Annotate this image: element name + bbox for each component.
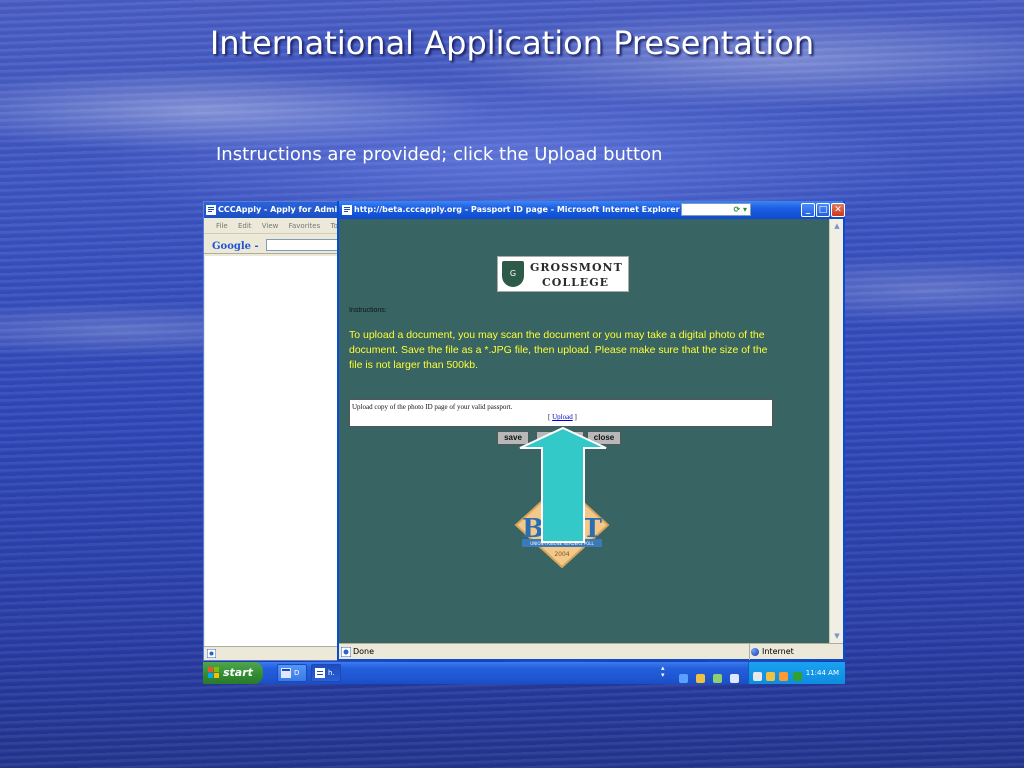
taskbar-item-h-label: h. (328, 669, 335, 677)
quick-launch-window-icon[interactable] (730, 674, 740, 683)
background-window-titlebar[interactable]: CCCApply - Apply for Admission (204, 202, 342, 218)
upload-link-wrapper: [ Upload ] (548, 413, 577, 421)
vertical-scrollbar[interactable]: ▲ ▼ (829, 219, 843, 643)
taskbar-item-h[interactable]: h. (311, 664, 341, 682)
menu-view[interactable]: View (262, 222, 279, 230)
background-menubar: File Edit View Favorites Tools (204, 218, 342, 234)
ie-window-title: http://beta.cccapply.org - Passport ID p… (354, 205, 680, 214)
google-toolbar-logo[interactable]: Google - (212, 241, 259, 252)
taskbar-scroll-arrows-icon[interactable]: ▴ ▾ (661, 665, 665, 679)
upload-bracket-open: [ (548, 413, 551, 421)
logo-text-grossmont: GROSSMONT (530, 261, 623, 274)
scroll-up-icon[interactable]: ▲ (832, 221, 842, 231)
status-zone-text: Internet (749, 644, 794, 660)
windows-flag-icon (208, 667, 219, 678)
scroll-down-icon[interactable]: ▼ (832, 631, 842, 641)
taskbar-item-d-label: D (294, 669, 300, 677)
college-shield-icon: G (502, 261, 524, 287)
start-button[interactable]: start (203, 662, 263, 684)
upload-bracket-close: ] (574, 413, 577, 421)
close-window-button[interactable]: ✕ (831, 203, 845, 217)
quick-launch-app-icon[interactable] (713, 674, 723, 683)
menu-file[interactable]: File (216, 222, 228, 230)
logo-text-college: COLLEGE (542, 276, 609, 289)
tray-volume-icon[interactable] (753, 672, 762, 681)
app-window-icon (281, 668, 291, 678)
system-tray: 11:44 AM (748, 662, 845, 684)
page-icon (207, 649, 216, 658)
minimize-button[interactable]: _ (801, 203, 815, 217)
status-done-text: Done (353, 647, 375, 656)
ie-page-icon (206, 205, 216, 215)
quick-launch-folder-icon[interactable] (696, 674, 706, 683)
tray-icons (753, 668, 804, 690)
page-done-icon (341, 647, 351, 657)
tray-network-icon[interactable] (792, 672, 802, 681)
upload-link[interactable]: Upload (552, 413, 573, 421)
slide-title: International Application Presentation (209, 24, 815, 62)
instructions-label: Instructions: (349, 307, 387, 314)
instructions-text: To upload a document, you may scan the d… (349, 329, 768, 371)
quick-launch-ie-icon[interactable] (679, 674, 688, 683)
tray-mail-icon[interactable] (766, 672, 776, 681)
ie-page-icon (315, 668, 325, 678)
taskbar-item-d[interactable]: D (277, 664, 307, 682)
background-page-content (205, 256, 341, 646)
windows-taskbar: start D h. ▴ ▾ 11:44 AM (203, 662, 845, 684)
google-toolbar: Google - (204, 234, 342, 254)
ie-page-icon (342, 205, 352, 215)
grossmont-college-logo: G GROSSMONT COLLEGE (497, 256, 629, 292)
toolbar-search-dropdown[interactable]: ⟳ ▾ (681, 203, 751, 216)
google-search-input[interactable] (265, 238, 342, 251)
ie-titlebar[interactable]: http://beta.cccapply.org - Passport ID p… (339, 201, 845, 219)
pointer-arrow-up-icon (519, 426, 607, 543)
start-label: start (223, 666, 253, 679)
quick-launch-icons (679, 668, 742, 687)
slide-subtitle: Instructions are provided; click the Upl… (216, 144, 663, 165)
menu-favorites[interactable]: Favorites (289, 222, 321, 230)
maximize-button[interactable]: □ (816, 203, 830, 217)
background-status-bar (204, 646, 342, 660)
search-go-icon: ⟳ ▾ (733, 205, 747, 214)
background-browser-window[interactable]: CCCApply - Apply for Admission File Edit… (203, 201, 343, 661)
upload-description: Upload copy of the photo ID page of your… (352, 403, 513, 411)
ie-status-bar: Done Internet (339, 643, 843, 660)
tray-security-icon[interactable] (779, 672, 789, 681)
upload-panel: Upload copy of the photo ID page of your… (349, 399, 773, 427)
badge-year: 2004 (554, 551, 569, 558)
tray-clock[interactable]: 11:44 AM (806, 669, 839, 677)
menu-edit[interactable]: Edit (238, 222, 252, 230)
background-window-title: CCCApply - Apply for Admission (218, 205, 342, 214)
